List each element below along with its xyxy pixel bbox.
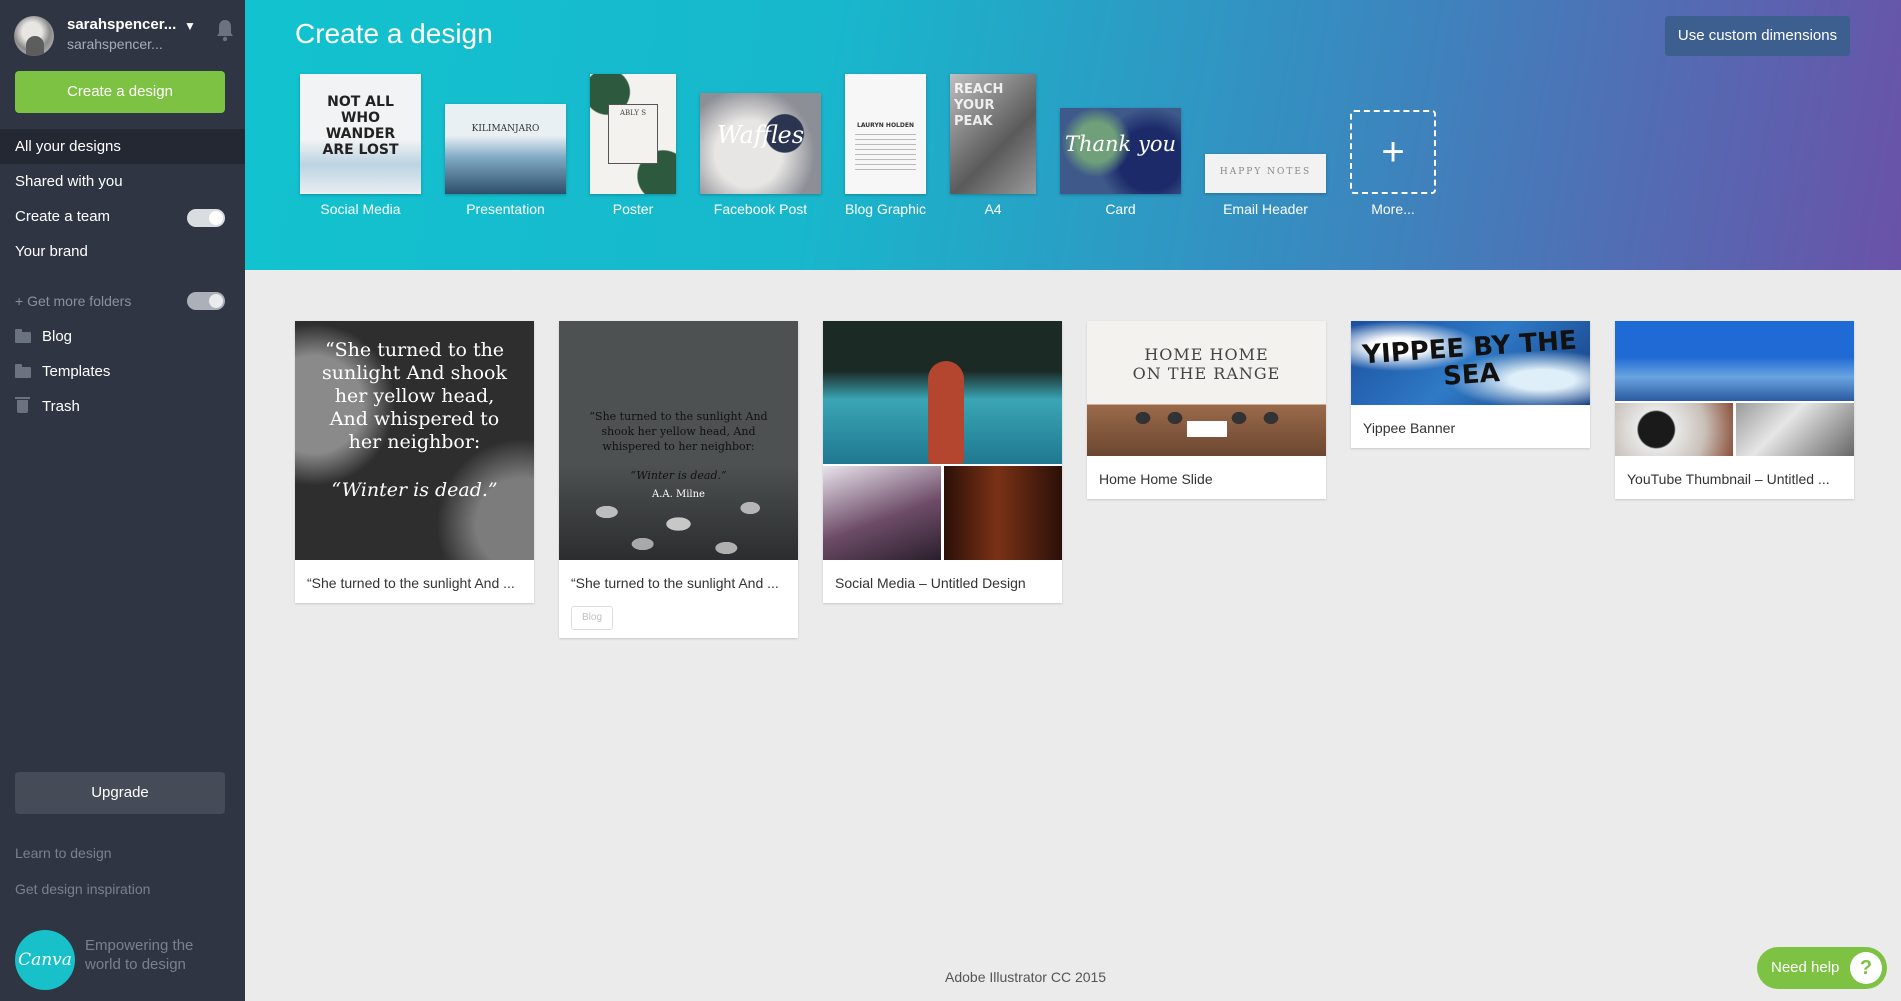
sidebar: sarahspencer... sarahspencer... ▼ Create… bbox=[0, 0, 260, 1001]
sidebar-nav: All your designs Shared with you Create … bbox=[0, 129, 260, 269]
trash-icon bbox=[15, 397, 30, 413]
design-quote: “She turned to the sunlight And shook he… bbox=[589, 410, 768, 453]
thumbnail-text: NOT ALL WHO WANDER ARE LOST bbox=[322, 94, 399, 158]
design-card[interactable]: “She turned to the sunlight And shook he… bbox=[295, 321, 534, 603]
design-card[interactable]: HOME HOME ON THE RANGE Home Home Slide bbox=[1087, 321, 1326, 499]
design-card[interactable]: YouTube Thumbnail – Untitled ... bbox=[1615, 321, 1854, 499]
template-thumbnail: NOT ALL WHO WANDER ARE LOST bbox=[300, 74, 421, 194]
design-thumbnail bbox=[1615, 321, 1854, 456]
sidebar-item-create-team[interactable]: Create a team bbox=[0, 199, 245, 234]
app-footer-text: Adobe Illustrator CC 2015 bbox=[945, 969, 1107, 985]
folder-list: + Get more folders Blog Templates Trash bbox=[0, 283, 245, 424]
design-caption: “She turned to the sunlight And ... bbox=[307, 575, 515, 591]
custom-dimensions-button[interactable]: Use custom dimensions bbox=[1665, 16, 1850, 56]
design-caption: Home Home Slide bbox=[1099, 471, 1213, 487]
template-email-header[interactable]: HAPPY NOTES Email Header bbox=[1205, 154, 1326, 224]
get-more-folders-link[interactable]: + Get more folders bbox=[0, 283, 245, 319]
template-social-media[interactable]: NOT ALL WHO WANDER ARE LOST Social Media bbox=[300, 74, 421, 224]
template-facebook-post[interactable]: Waffles Facebook Post bbox=[700, 93, 821, 224]
design-thumbnail: “She turned to the sunlight And shook he… bbox=[559, 321, 798, 560]
sidebar-item-label: Trash bbox=[42, 398, 80, 415]
upgrade-button[interactable]: Upgrade bbox=[15, 772, 225, 814]
design-quote-emphasis: “Winter is dead.” bbox=[331, 479, 498, 501]
user-name: sarahspencer... bbox=[67, 16, 177, 33]
template-more[interactable]: + More... bbox=[1350, 110, 1436, 224]
sidebar-item-label: Blog bbox=[42, 328, 73, 345]
design-quote-emphasis: “Winter is dead.” bbox=[630, 469, 727, 482]
canva-logo[interactable]: Canva bbox=[15, 930, 75, 990]
user-email: sarahspencer... bbox=[67, 36, 163, 52]
thumbnail-text: REACH YOUR PEAK bbox=[954, 82, 1004, 129]
template-thumbnail: HAPPY NOTES bbox=[1205, 154, 1326, 193]
design-author: A.A. Milne bbox=[652, 489, 705, 500]
more-folders-label: + Get more folders bbox=[15, 293, 132, 309]
page-title: Create a design bbox=[295, 18, 493, 49]
design-caption: Yippee Banner bbox=[1363, 420, 1456, 436]
sidebar-item-label: Your brand bbox=[15, 243, 88, 260]
sidebar-item-label: Create a team bbox=[15, 208, 111, 225]
chevron-down-icon[interactable]: ▼ bbox=[184, 19, 196, 33]
design-inspiration-link[interactable]: Get design inspiration bbox=[15, 881, 150, 897]
tagline: Empowering the world to design bbox=[85, 937, 194, 973]
team-toggle[interactable] bbox=[187, 209, 225, 227]
create-design-button[interactable]: Create a design bbox=[15, 71, 225, 113]
design-headline: YIPPEE BY THE SEA bbox=[1361, 325, 1578, 392]
sidebar-item-all-designs[interactable]: All your designs bbox=[0, 129, 260, 164]
template-thumbnail: Waffles bbox=[700, 93, 821, 194]
need-help-button[interactable]: Need help ? bbox=[1757, 947, 1887, 989]
sidebar-item-trash[interactable]: Trash bbox=[0, 389, 245, 424]
learn-to-design-link[interactable]: Learn to design bbox=[15, 845, 112, 861]
thumbnail-text: Waffles bbox=[716, 121, 805, 149]
template-thumbnail: ABLY S bbox=[590, 74, 676, 194]
thumbnail-text: Thank you bbox=[1064, 132, 1176, 156]
thumbnail-text: HAPPY NOTES bbox=[1219, 167, 1312, 177]
create-design-header: Create a design Use custom dimensions NO… bbox=[245, 0, 1901, 270]
question-icon: ? bbox=[1850, 952, 1882, 984]
avatar[interactable] bbox=[14, 16, 54, 56]
design-card[interactable]: Social Media – Untitled Design bbox=[823, 321, 1062, 603]
folders-toggle[interactable] bbox=[187, 292, 225, 310]
template-presentation[interactable]: KILIMANJARO Presentation bbox=[445, 104, 566, 224]
bell-icon[interactable] bbox=[214, 18, 236, 42]
template-label: More... bbox=[1371, 201, 1415, 217]
template-thumbnail: Thank you bbox=[1060, 108, 1181, 194]
design-thumbnail: YIPPEE BY THE SEA bbox=[1351, 321, 1590, 405]
sidebar-item-brand[interactable]: Your brand bbox=[0, 234, 245, 269]
folder-tag[interactable]: Blog bbox=[571, 606, 613, 630]
design-caption: Social Media – Untitled Design bbox=[835, 575, 1026, 591]
sidebar-item-blog[interactable]: Blog bbox=[0, 319, 245, 354]
thumbnail-text: ABLY S bbox=[608, 104, 658, 164]
design-card[interactable]: “She turned to the sunlight And shook he… bbox=[559, 321, 798, 638]
folder-icon bbox=[15, 329, 31, 343]
sidebar-item-label: All your designs bbox=[15, 138, 121, 155]
template-thumbnail: LAURYN HOLDEN bbox=[845, 74, 926, 194]
plus-icon[interactable]: + bbox=[1350, 110, 1436, 194]
sidebar-item-shared[interactable]: Shared with you bbox=[0, 164, 245, 199]
sidebar-item-label: Templates bbox=[42, 363, 111, 380]
design-caption: YouTube Thumbnail – Untitled ... bbox=[1627, 471, 1830, 487]
thumbnail-text: KILIMANJARO bbox=[471, 124, 540, 134]
design-caption: “She turned to the sunlight And ... bbox=[571, 575, 779, 591]
help-label: Need help bbox=[1771, 959, 1840, 976]
design-quote: “She turned to the sunlight And shook he… bbox=[322, 339, 507, 453]
design-thumbnail: “She turned to the sunlight And shook he… bbox=[295, 321, 534, 560]
folder-icon bbox=[15, 364, 31, 378]
template-card[interactable]: Thank you Card bbox=[1060, 108, 1181, 224]
design-card[interactable]: YIPPEE BY THE SEA Yippee Banner bbox=[1351, 321, 1590, 448]
design-headline: HOME HOME ON THE RANGE bbox=[1132, 345, 1281, 383]
user-menu[interactable]: sarahspencer... sarahspencer... ▼ bbox=[14, 14, 234, 58]
thumbnail-text: LAURYN HOLDEN bbox=[857, 122, 914, 129]
sidebar-item-templates[interactable]: Templates bbox=[0, 354, 245, 389]
template-thumbnail: REACH YOUR PEAK bbox=[950, 74, 1036, 194]
template-thumbnail: KILIMANJARO bbox=[445, 104, 566, 194]
sidebar-item-label: Shared with you bbox=[15, 173, 123, 190]
design-thumbnail bbox=[823, 321, 1062, 560]
design-thumbnail: HOME HOME ON THE RANGE bbox=[1087, 321, 1326, 456]
